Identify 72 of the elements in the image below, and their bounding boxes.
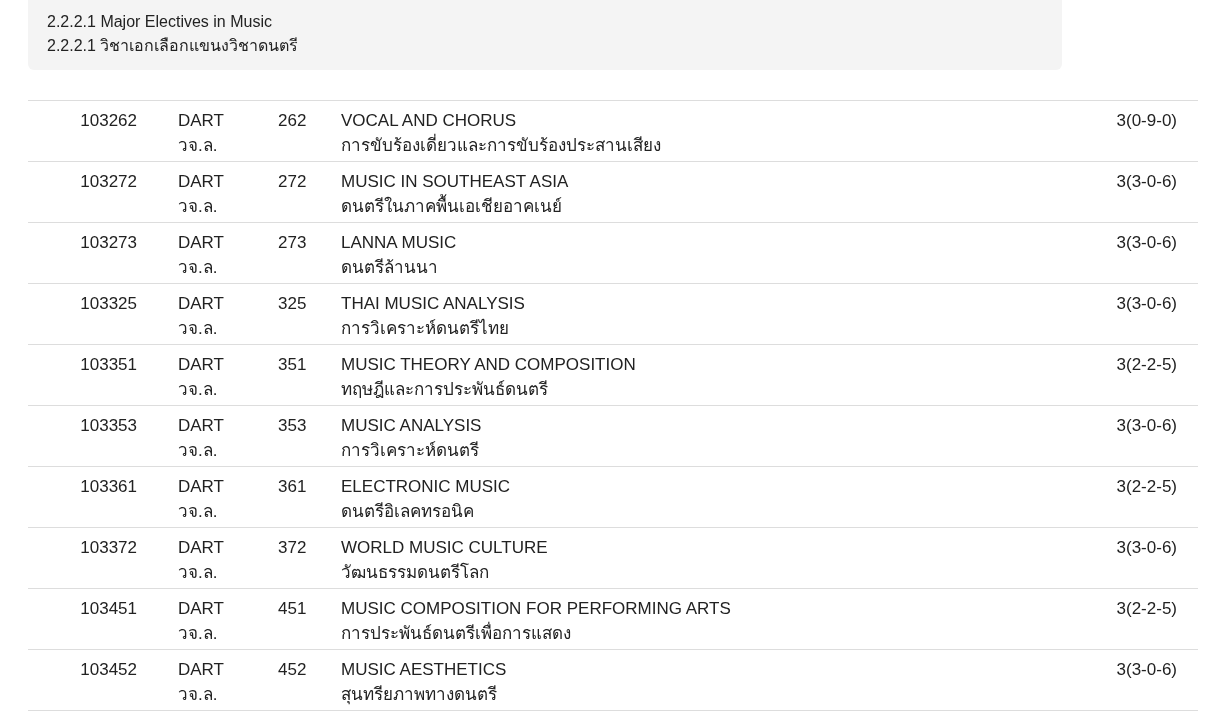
course-title: LANNA MUSIC [341, 232, 458, 254]
course-number: 325 [278, 293, 308, 315]
subject-code-thai: วจ.ล. [178, 562, 219, 584]
heading-line: 2.2.2.1 Major Electives in Music [47, 12, 273, 32]
course-number: 351 [278, 354, 308, 376]
course-credits: 3(3-0-6) [1116, 293, 1177, 315]
subject-code: DART [178, 415, 225, 437]
course-title-thai: ทฤษฎีและการประพันธ์ดนตรี [341, 379, 549, 401]
course-title-thai: ดนตรีอิเลคทรอนิค [341, 501, 475, 523]
subject-code-thai: วจ.ล. [178, 684, 219, 706]
course-code: 103351 [79, 354, 137, 376]
course-credits: 3(2-2-5) [1116, 476, 1177, 498]
course-number: 353 [278, 415, 308, 437]
subject-code: DART [178, 232, 225, 254]
course-code: 103451 [79, 598, 137, 620]
course-title: THAI MUSIC ANALYSIS [341, 293, 526, 315]
course-credits: 3(3-0-6) [1116, 659, 1177, 681]
course-code: 103452 [79, 659, 137, 681]
course-code: 103262 [79, 110, 137, 132]
course-credits: 3(3-0-6) [1116, 232, 1177, 254]
course-title: ELECTRONIC MUSIC [341, 476, 512, 498]
subject-code-thai: วจ.ล. [178, 196, 219, 218]
heading-line: 2.2.2.1 วิชาเอกเลือกแขนงวิชาดนตรี [47, 36, 300, 56]
subject-code-thai: วจ.ล. [178, 623, 219, 645]
course-code: 103272 [79, 171, 137, 193]
subject-code: DART [178, 537, 225, 559]
subject-code: DART [178, 293, 225, 315]
course-title: VOCAL AND CHORUS [341, 110, 518, 132]
course-number: 262 [278, 110, 308, 132]
course-title-thai: การวิเคราะห์ดนตรี [341, 440, 480, 462]
course-credits: 3(2-2-5) [1116, 354, 1177, 376]
course-title-thai: วัฒนธรรมดนตรีโลก [341, 561, 490, 584]
course-title: WORLD MUSIC CULTURE [341, 537, 549, 559]
course-code: 103361 [79, 476, 137, 498]
course-number: 272 [278, 171, 308, 193]
course-credits: 3(0-9-0) [1116, 110, 1177, 132]
course-number: 273 [278, 232, 308, 254]
course-credits: 3(3-0-6) [1116, 415, 1177, 437]
course-title: MUSIC ANALYSIS [341, 415, 483, 437]
subject-code: DART [178, 354, 225, 376]
course-title-thai: การประพันธ์ดนตรีเพื่อการแสดง [341, 621, 1117, 646]
course-title: MUSIC THEORY AND COMPOSITION [341, 354, 637, 376]
subject-code: DART [178, 659, 225, 681]
course-number: 451 [278, 598, 308, 620]
subject-code: DART [178, 110, 225, 132]
course-title-thai: การวิเคราะห์ดนตรีไทย [341, 317, 510, 340]
course-credits: 3(2-2-5) [1116, 598, 1177, 620]
course-title-thai: ดนตรีล้านนา [341, 257, 439, 279]
subject-code: DART [178, 598, 225, 620]
course-number: 452 [278, 659, 308, 681]
subject-code-thai: วจ.ล. [178, 257, 219, 279]
course-credits: 3(3-0-6) [1116, 171, 1177, 193]
course-number: 361 [278, 476, 308, 498]
subject-code: DART [178, 171, 225, 193]
course-code: 103372 [79, 537, 137, 559]
course-credits: 3(3-0-6) [1116, 537, 1177, 559]
course-title: MUSIC AESTHETICS [341, 659, 508, 681]
subject-code-thai: วจ.ล. [178, 440, 219, 462]
course-title: MUSIC COMPOSITION FOR PERFORMING ARTS [341, 598, 732, 620]
subject-code-thai: วจ.ล. [178, 135, 219, 157]
subject-code-thai: วจ.ล. [178, 318, 219, 340]
course-number: 372 [278, 537, 308, 559]
course-title-thai: ดนตรีในภาคพื้นเอเชียอาคเนย์ [341, 194, 1117, 219]
subject-code-thai: วจ.ล. [178, 501, 219, 523]
course-title-thai: การขับร้องเดี่ยวและการขับร้องประสานเสียง [341, 133, 1117, 158]
course-code: 103325 [79, 293, 137, 315]
subject-code-thai: วจ.ล. [178, 379, 219, 401]
subject-code: DART [178, 476, 225, 498]
course-title-thai: สุนทรียภาพทางดนตรี [341, 684, 498, 707]
course-code: 103273 [79, 232, 137, 254]
course-title: MUSIC IN SOUTHEAST ASIA [341, 171, 570, 193]
course-code: 103353 [79, 415, 137, 437]
